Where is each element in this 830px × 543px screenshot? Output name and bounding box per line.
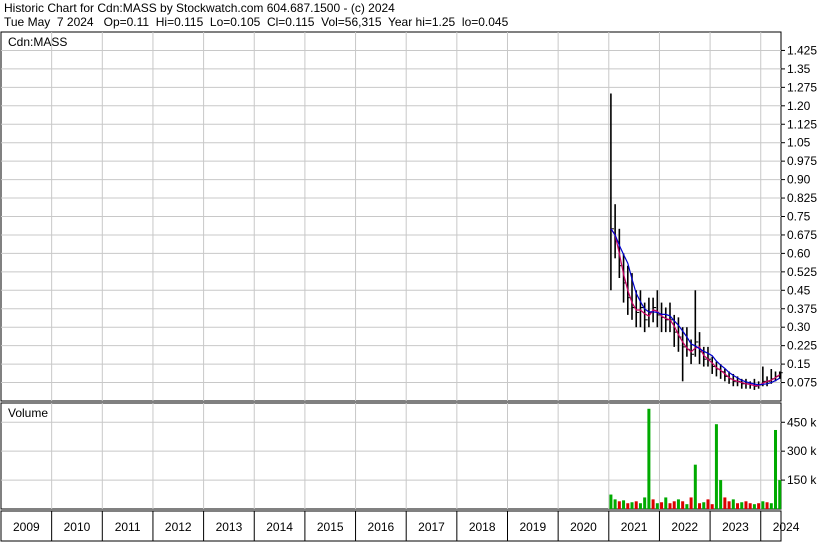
price-y-tick-label: 0.525: [787, 265, 817, 279]
volume-bar: [681, 501, 685, 509]
volume-bar: [685, 504, 689, 509]
x-tick-label: 2019: [519, 520, 546, 534]
x-tick-label: 2009: [13, 520, 40, 534]
volume-bar: [748, 503, 752, 509]
x-tick-label: 2023: [722, 520, 749, 534]
volume-bar: [613, 499, 617, 509]
volume-bar: [731, 499, 735, 509]
x-tick-label: 2014: [266, 520, 293, 534]
x-tick-label: 2024: [773, 520, 800, 534]
volume-bar: [778, 480, 782, 509]
price-y-tick-label: 0.30: [787, 320, 811, 334]
volume-bar: [723, 497, 727, 509]
volume-bar: [740, 502, 744, 509]
price-grid: [1, 32, 781, 401]
volume-bar: [634, 501, 638, 509]
price-y-tick-label: 0.45: [787, 283, 811, 297]
volume-bar: [706, 499, 710, 509]
price-y-tick-label: 1.20: [787, 99, 811, 113]
price-y-tick-label: 1.05: [787, 136, 811, 150]
price-y-axis: 1.425 1.35 1.275 1.20 1.125 1.05 0.975 0.90 0.82…: [781, 43, 817, 390]
volume-bar: [710, 504, 714, 509]
x-tick-label: 2013: [216, 520, 243, 534]
price-y-tick-label: 0.675: [787, 228, 817, 242]
volume-bar: [647, 408, 651, 509]
volume-bar: [660, 502, 664, 509]
price-y-tick-label: 1.125: [787, 117, 817, 131]
x-tick-label: 2021: [621, 520, 648, 534]
volume-y-tick-label: 300 k: [787, 444, 817, 458]
volume-bar: [752, 504, 756, 509]
volume-bar: [676, 499, 680, 509]
x-tick-label: 2012: [165, 520, 192, 534]
volume-bar: [643, 497, 647, 509]
volume-bar: [651, 499, 655, 509]
x-tick-label: 2015: [317, 520, 344, 534]
price-y-tick-label: 0.825: [787, 191, 817, 205]
volume-bar: [702, 502, 706, 509]
price-y-tick-label: 0.075: [787, 376, 817, 390]
x-tick-label: 2018: [469, 520, 496, 534]
price-y-tick-label: 0.90: [787, 173, 811, 187]
volume-panel-title: Volume: [8, 406, 48, 420]
price-y-tick-label: 0.15: [787, 357, 811, 371]
volume-bar: [736, 503, 740, 509]
price-panel-title: Cdn:MASS: [8, 35, 67, 49]
price-y-tick-label: 0.375: [787, 302, 817, 316]
x-tick-label: 2022: [671, 520, 698, 534]
volume-bar: [609, 494, 613, 509]
x-tick-label: 2011: [115, 520, 141, 534]
volume-bar: [672, 501, 676, 509]
volume-bar: [622, 500, 626, 509]
x-tick-label: 2010: [64, 520, 91, 534]
volume-bar: [765, 502, 769, 509]
stock-chart: 1.425 1.35 1.275 1.20 1.125 1.05 0.975 0.90 0.82…: [0, 31, 817, 542]
volume-bar: [769, 503, 773, 509]
volume-bar: [727, 501, 731, 509]
price-y-tick-label: 0.75: [787, 210, 811, 224]
volume-y-tick-label: 150 k: [787, 473, 817, 487]
price-y-tick-label: 0.975: [787, 154, 817, 168]
volume-bar: [698, 503, 702, 509]
price-y-tick-label: 0.60: [787, 246, 811, 260]
volume-bar: [655, 503, 659, 509]
volume-bar: [668, 503, 672, 509]
price-y-tick-label: 0.225: [787, 339, 817, 353]
volume-y-axis: 450 k 300 k 150 k: [781, 415, 817, 487]
x-tick-label: 2017: [418, 520, 445, 534]
volume-bar: [689, 497, 693, 509]
volume-y-tick-label: 450 k: [787, 415, 817, 429]
x-tick-label: 2016: [368, 520, 395, 534]
volume-bar: [761, 501, 765, 509]
volume-bar: [626, 503, 630, 509]
volume-bar: [774, 429, 778, 509]
volume-bar: [757, 503, 761, 509]
volume-bar: [693, 464, 697, 509]
price-y-tick-label: 1.35: [787, 62, 811, 76]
volume-bar: [630, 502, 634, 509]
volume-bar: [719, 480, 723, 509]
volume-bar: [617, 501, 621, 509]
x-tick-label: 2020: [570, 520, 597, 534]
price-y-tick-label: 1.275: [787, 80, 817, 94]
volume-panel-frame: [0, 402, 782, 510]
price-y-tick-label: 1.425: [787, 43, 817, 57]
volume-bar: [664, 497, 668, 509]
volume-bar: [714, 424, 718, 509]
volume-bar: [744, 501, 748, 509]
volume-bar: [638, 503, 642, 509]
